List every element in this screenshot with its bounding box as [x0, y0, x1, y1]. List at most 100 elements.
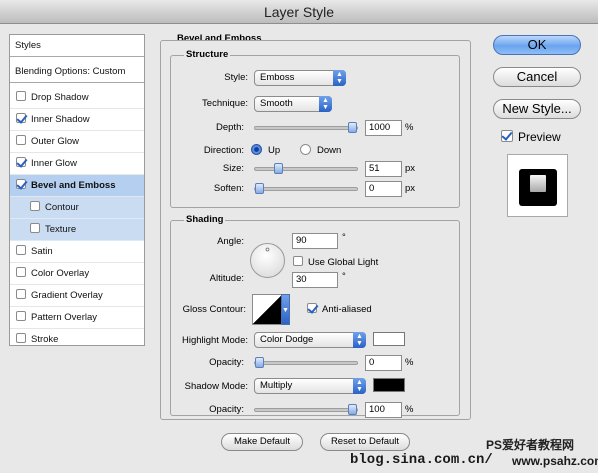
- checkbox-icon: [307, 303, 317, 313]
- blending-options[interactable]: Blending Options: Custom: [10, 61, 144, 83]
- depth-field[interactable]: 1000: [365, 120, 402, 136]
- altitude-label: Altitude:: [209, 273, 244, 284]
- stepper-arrows-icon: ▲ ▼: [333, 70, 346, 86]
- styles-list: Styles Blending Options: Custom Drop Sha…: [9, 34, 145, 351]
- stepper-arrows-icon: ▲ ▼: [353, 378, 366, 394]
- style-item-drop-shadow[interactable]: Drop Shadow: [10, 87, 144, 109]
- checkbox-icon: [501, 130, 513, 142]
- gloss-contour-label: Gloss Contour:: [182, 304, 246, 315]
- style-item-bevel-and-emboss[interactable]: Bevel and Emboss: [10, 175, 144, 197]
- stepper-arrows-icon: ▲ ▼: [319, 96, 332, 112]
- checkbox-icon[interactable]: [30, 223, 40, 233]
- style-item-texture[interactable]: Texture: [10, 219, 144, 241]
- size-label: Size:: [222, 163, 244, 174]
- size-field[interactable]: 51: [365, 161, 402, 177]
- shadow-opacity-slider[interactable]: [254, 404, 358, 415]
- window-title: Layer Style: [0, 0, 598, 24]
- style-preview-thumbnail: [507, 154, 568, 217]
- direction-up-label: Up: [268, 145, 281, 156]
- style-item-pattern-overlay[interactable]: Pattern Overlay: [10, 307, 144, 329]
- watermark-site-url: www.psahz.com: [512, 454, 598, 468]
- style-item-label: Satin: [31, 246, 53, 257]
- style-item-color-overlay[interactable]: Color Overlay: [10, 263, 144, 285]
- direction-down-label: Down: [317, 145, 342, 156]
- gloss-contour-swatch[interactable]: [252, 294, 282, 325]
- shadow-opacity-thumb[interactable]: [348, 404, 357, 415]
- checkbox-icon[interactable]: [16, 179, 26, 189]
- style-item-label: Gradient Overlay: [31, 290, 103, 301]
- soften-slider[interactable]: [254, 183, 358, 194]
- shadow-mode-value: Multiply: [260, 380, 293, 391]
- highlight-opacity-thumb[interactable]: [255, 357, 264, 368]
- highlight-mode-label: Highlight Mode:: [181, 335, 248, 346]
- checkbox-icon[interactable]: [16, 157, 26, 167]
- structure-title: Structure: [184, 49, 231, 60]
- anti-aliased-checkbox[interactable]: Anti-aliased: [307, 303, 372, 315]
- depth-slider[interactable]: [254, 122, 358, 133]
- style-item-inner-shadow[interactable]: Inner Shadow: [10, 109, 144, 131]
- highlight-opacity-unit: %: [405, 357, 414, 368]
- highlight-opacity-field[interactable]: 0: [365, 355, 402, 371]
- shadow-opacity-field[interactable]: 100: [365, 402, 402, 418]
- highlight-opacity-slider[interactable]: [254, 357, 358, 368]
- angle-crosshair-icon: [265, 247, 270, 252]
- anti-aliased-label: Anti-aliased: [322, 304, 372, 315]
- soften-slider-thumb[interactable]: [255, 183, 264, 194]
- altitude-unit: °: [342, 271, 346, 282]
- checkbox-icon[interactable]: [16, 289, 26, 299]
- preview-checkbox[interactable]: Preview: [501, 130, 561, 144]
- size-slider-thumb[interactable]: [274, 163, 283, 174]
- checkbox-icon[interactable]: [16, 245, 26, 255]
- checkbox-icon[interactable]: [16, 333, 26, 343]
- style-item-contour[interactable]: Contour: [10, 197, 144, 219]
- size-slider[interactable]: [254, 163, 358, 174]
- ok-button[interactable]: OK: [493, 35, 581, 55]
- chevron-down-icon[interactable]: ▼: [281, 294, 290, 325]
- style-item-stroke[interactable]: Stroke: [10, 329, 144, 351]
- style-item-label: Texture: [45, 224, 77, 235]
- angle-dial[interactable]: [250, 243, 285, 278]
- highlight-mode-select[interactable]: Color Dodge ▲ ▼: [254, 332, 366, 348]
- reset-to-default-button[interactable]: Reset to Default: [320, 433, 410, 451]
- direction-up-radio[interactable]: [251, 144, 262, 155]
- shadow-mode-select[interactable]: Multiply ▲ ▼: [254, 378, 366, 394]
- checkbox-icon[interactable]: [16, 113, 26, 123]
- highlight-color-swatch[interactable]: [373, 332, 405, 346]
- style-item-outer-glow[interactable]: Outer Glow: [10, 131, 144, 153]
- direction-label: Direction:: [203, 145, 244, 156]
- style-item-label: Outer Glow: [31, 136, 80, 147]
- style-item-label: Contour: [45, 202, 79, 213]
- use-global-light-checkbox[interactable]: Use Global Light: [293, 256, 378, 268]
- style-select[interactable]: Emboss ▲ ▼: [254, 70, 346, 86]
- technique-select-value: Smooth: [260, 98, 293, 109]
- checkbox-icon[interactable]: [16, 267, 26, 277]
- preview-highlight: [530, 175, 546, 192]
- make-default-button[interactable]: Make Default: [221, 433, 303, 451]
- style-item-gradient-overlay[interactable]: Gradient Overlay: [10, 285, 144, 307]
- cancel-button[interactable]: Cancel: [493, 67, 581, 87]
- soften-field[interactable]: 0: [365, 181, 402, 197]
- angle-field[interactable]: 90: [292, 233, 338, 249]
- styles-header[interactable]: Styles: [10, 35, 144, 57]
- direction-down-radio[interactable]: [300, 144, 311, 155]
- new-style-button[interactable]: New Style...: [493, 99, 581, 119]
- shadow-color-swatch[interactable]: [373, 378, 405, 392]
- checkbox-icon[interactable]: [16, 135, 26, 145]
- soften-label: Soften:: [213, 183, 244, 194]
- soften-unit: px: [405, 183, 416, 194]
- depth-unit: %: [405, 122, 414, 133]
- shading-title: Shading: [184, 214, 226, 225]
- watermark-site-name: PS爱好者教程网: [486, 438, 575, 452]
- style-item-label: Pattern Overlay: [31, 312, 97, 323]
- depth-slider-thumb[interactable]: [348, 122, 357, 133]
- style-label: Style:: [224, 72, 248, 83]
- checkbox-icon[interactable]: [16, 311, 26, 321]
- style-item-satin[interactable]: Satin: [10, 241, 144, 263]
- altitude-field[interactable]: 30: [292, 272, 338, 288]
- style-item-label: Stroke: [31, 334, 59, 345]
- technique-select[interactable]: Smooth ▲ ▼: [254, 96, 332, 112]
- checkbox-icon[interactable]: [30, 201, 40, 211]
- preview-label: Preview: [518, 130, 561, 144]
- style-item-inner-glow[interactable]: Inner Glow: [10, 153, 144, 175]
- checkbox-icon[interactable]: [16, 91, 26, 101]
